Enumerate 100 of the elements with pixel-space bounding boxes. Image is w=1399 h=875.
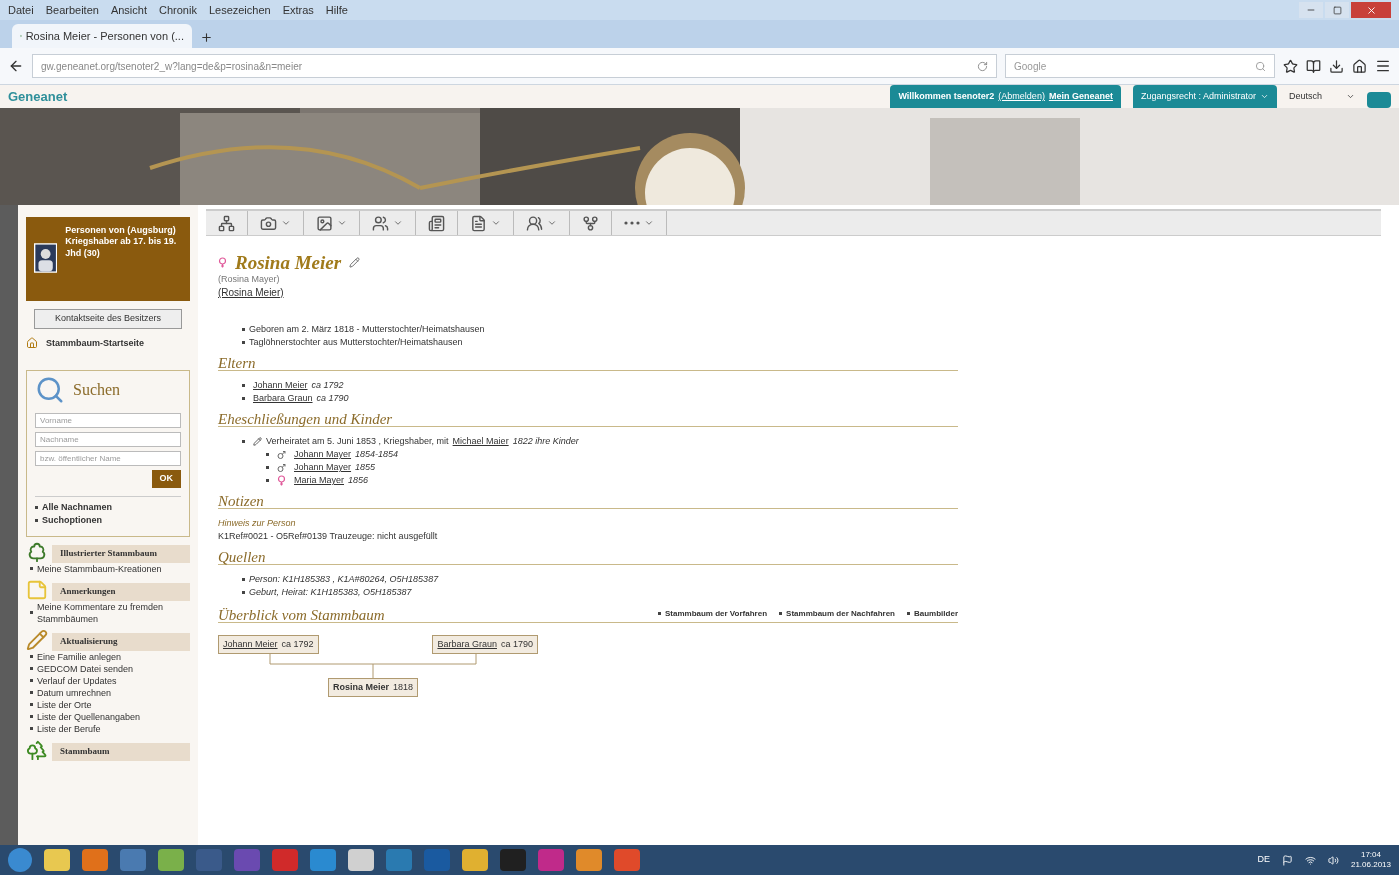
- menu-item[interactable]: Lesezeichen: [208, 1, 271, 19]
- sidebar-link[interactable]: Liste der Quellenangaben: [37, 710, 141, 723]
- fact-text: Geboren am 2. März 1818 - Mutterstochter/Heimatshausen: [249, 323, 485, 336]
- child-link[interactable]: Johann Mayer: [294, 461, 352, 474]
- sidebar-link[interactable]: Eine Familie anlegen: [37, 650, 122, 663]
- people-icon: [526, 214, 543, 232]
- download-icon[interactable]: [1329, 58, 1344, 74]
- overview-link[interactable]: Stammbaum der Nachfahren: [786, 607, 895, 620]
- site-logo[interactable]: Geneanet: [8, 86, 68, 107]
- caret-icon: [337, 218, 347, 228]
- taskbar-app-icon[interactable]: [44, 849, 70, 871]
- menu-item[interactable]: Datei: [8, 1, 34, 19]
- overview-link[interactable]: Stammbaum der Vorfahren: [664, 607, 768, 620]
- bookmarks-icon[interactable]: [1306, 58, 1321, 74]
- contact-button[interactable]: Kontaktseite des Besitzers: [34, 309, 182, 329]
- taskbar-app-icon[interactable]: [82, 849, 108, 871]
- menu-item[interactable]: Bearbeiten: [45, 1, 99, 19]
- star-icon[interactable]: [1283, 58, 1298, 74]
- sidebar-link[interactable]: GEDCOM Datei senden: [37, 662, 134, 675]
- caret-icon: [547, 218, 557, 228]
- tree-node[interactable]: Johann Meier ca 1792: [218, 635, 319, 654]
- child-date: 1854-1854: [355, 448, 399, 461]
- sidebar-link[interactable]: Liste der Orte: [37, 698, 92, 711]
- my-geneanet-link[interactable]: Mein Geneanet: [1048, 89, 1113, 104]
- start-icon[interactable]: [8, 848, 32, 872]
- bullet-icon: [30, 611, 33, 614]
- taskbar-app-icon[interactable]: [462, 849, 488, 871]
- fact-text: Taglöhnerstochter aus Mutterstochter/Heimatshausen: [249, 336, 463, 349]
- spouse-link[interactable]: Michael Maier: [452, 435, 509, 448]
- parent-link[interactable]: Barbara Graun: [253, 392, 313, 405]
- illustrated-icon: [26, 540, 48, 563]
- taskbar-app-icon[interactable]: [576, 849, 602, 871]
- home-link[interactable]: Stammbaum-Startseite: [46, 336, 145, 350]
- alias-text: (Rosina Meier): [218, 286, 285, 299]
- network-icon[interactable]: [1304, 854, 1316, 866]
- source-text: Geburt, Heirat: K1H185383, O5H185387: [249, 586, 412, 599]
- taskbar-app-icon[interactable]: [386, 849, 412, 871]
- taskbar-app-icon[interactable]: [500, 849, 526, 871]
- search-icon: [35, 375, 65, 405]
- sidebar-link[interactable]: Meine Kommentare zu fremden Stammbäumen: [37, 600, 190, 625]
- person-name: Rosina Meier: [235, 256, 342, 269]
- child-link[interactable]: Johann Mayer: [294, 448, 352, 461]
- login-icon[interactable]: [1367, 92, 1391, 108]
- minimize-icon[interactable]: [1299, 2, 1323, 18]
- menu-item[interactable]: Ansicht: [110, 1, 147, 19]
- language-indicator[interactable]: DE: [1257, 853, 1270, 867]
- new-tab-icon[interactable]: [200, 31, 213, 44]
- search-link[interactable]: Alle Nachnamen: [42, 500, 113, 514]
- menu-item[interactable]: Extras: [282, 1, 314, 19]
- back-icon[interactable]: [8, 58, 24, 74]
- maximize-icon[interactable]: [1325, 2, 1349, 18]
- parent-link[interactable]: Johann Meier: [253, 379, 308, 392]
- taskbar-app-icon[interactable]: [310, 849, 336, 871]
- flag-icon[interactable]: [1281, 854, 1293, 866]
- notes-icon: [26, 578, 48, 601]
- taskbar-app-icon[interactable]: [272, 849, 298, 871]
- sidebar-link[interactable]: Liste der Berufe: [37, 722, 101, 735]
- reload-icon[interactable]: [977, 60, 988, 72]
- bullet-icon: [242, 397, 245, 400]
- list-icon: [428, 214, 445, 232]
- sidebar-link[interactable]: Datum umrechnen: [37, 686, 112, 699]
- search-input[interactable]: Nachname: [35, 432, 181, 447]
- tree-node[interactable]: Barbara Graun ca 1790: [432, 635, 538, 654]
- section-heading: Eltern: [218, 357, 958, 371]
- caret-icon: [281, 218, 291, 228]
- notes-label: Hinweis zur Person: [218, 517, 297, 530]
- taskbar-app-icon[interactable]: [614, 849, 640, 871]
- search-link[interactable]: Suchoptionen: [42, 514, 102, 528]
- taskbar-app-icon[interactable]: [158, 849, 184, 871]
- taskbar-app-icon[interactable]: [348, 849, 374, 871]
- search-input[interactable]: Vorname: [35, 413, 181, 428]
- edit-icon[interactable]: [253, 437, 262, 446]
- overview-link[interactable]: Baumbilder: [914, 607, 958, 620]
- menu-item[interactable]: Chronik: [159, 1, 197, 19]
- caret-icon: [491, 218, 501, 228]
- ok-button[interactable]: OK: [151, 470, 181, 488]
- search-input[interactable]: bzw. öffentlicher Name: [35, 451, 181, 466]
- taskbar-app-icon[interactable]: [538, 849, 564, 871]
- tree-node[interactable]: Rosina Meier 1818: [327, 678, 419, 697]
- access-dropdown[interactable]: Zugangsrecht : Administrator: [1132, 85, 1277, 108]
- bullet-icon: [30, 727, 33, 730]
- section-title: Illustrierter Stammbaum: [52, 545, 190, 563]
- sidebar-link[interactable]: Meine Stammbaum-Kreationen: [37, 562, 162, 575]
- child-date: 1855: [355, 461, 376, 474]
- child-link[interactable]: Maria Mayer: [294, 474, 344, 487]
- update-icon: [26, 628, 48, 651]
- home-icon[interactable]: [1352, 58, 1367, 74]
- logout-link[interactable]: (Abmelden): [998, 89, 1045, 104]
- sidebar-link[interactable]: Verlauf der Updates: [37, 674, 117, 687]
- address-field[interactable]: gw.geneanet.org/tsenoter2_w?lang=de&p=rosina&n=meier: [32, 54, 997, 78]
- language-dropdown[interactable]: Deutsch: [1288, 85, 1355, 108]
- edit-icon[interactable]: [349, 257, 361, 268]
- browser-tab[interactable]: Rosina Meier - Personen von (...: [12, 24, 192, 48]
- menu-icon[interactable]: [1375, 58, 1391, 74]
- taskbar-app-icon[interactable]: [120, 849, 146, 871]
- bullet-icon: [242, 440, 245, 443]
- clock[interactable]: 17:04 21.06.2013: [1350, 850, 1391, 870]
- section-title: Anmerkungen: [52, 583, 190, 601]
- menu-item[interactable]: Hilfe: [325, 1, 348, 19]
- volume-icon[interactable]: [1327, 854, 1339, 866]
